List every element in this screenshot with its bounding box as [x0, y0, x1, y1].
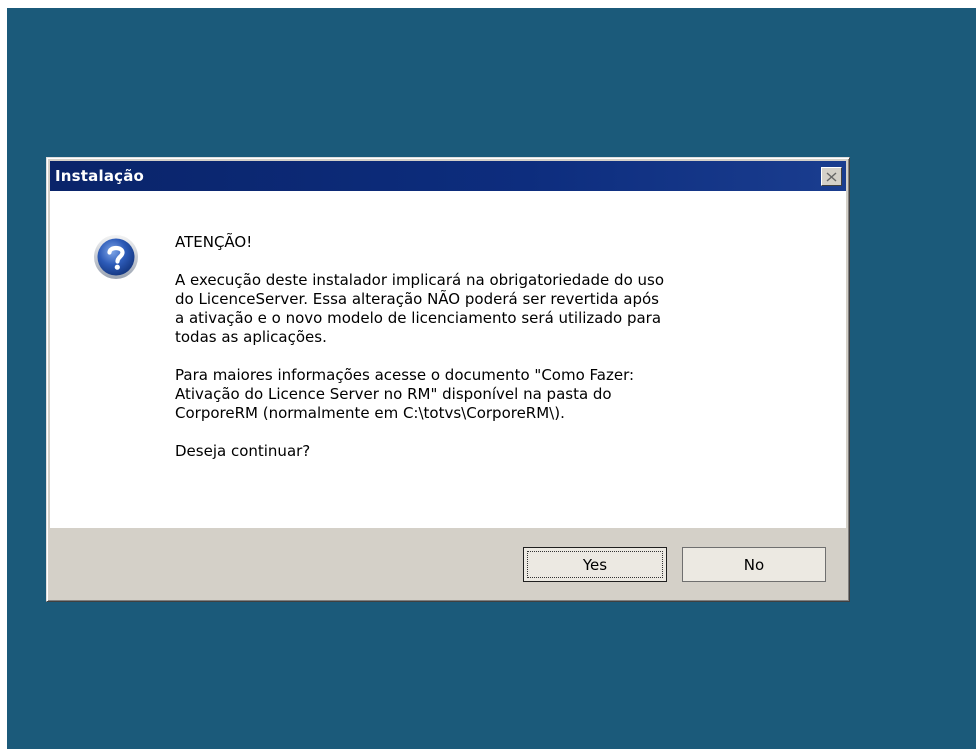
close-button[interactable] [821, 167, 842, 186]
dialog-title: Instalação [55, 167, 145, 185]
message-heading: ATENÇÃO! [175, 233, 253, 251]
close-icon [826, 171, 837, 182]
installation-dialog: Instalação ATENÇÃO! A execução deste ins… [46, 157, 850, 602]
message-paragraph-2: Para maiores informações acesse o docume… [175, 366, 635, 422]
message-question: Deseja continuar? [175, 442, 311, 460]
no-button[interactable]: No [682, 547, 826, 582]
dialog-button-bar: Yes No [50, 528, 846, 598]
dialog-titlebar[interactable]: Instalação [50, 161, 846, 191]
dialog-message-area: ATENÇÃO! A execução deste instalador imp… [50, 191, 846, 528]
dialog-message: ATENÇÃO! A execução deste instalador imp… [175, 233, 815, 461]
question-icon [94, 235, 138, 279]
yes-button[interactable]: Yes [523, 547, 667, 582]
message-paragraph-1: A execução deste instalador implicará na… [175, 271, 665, 346]
